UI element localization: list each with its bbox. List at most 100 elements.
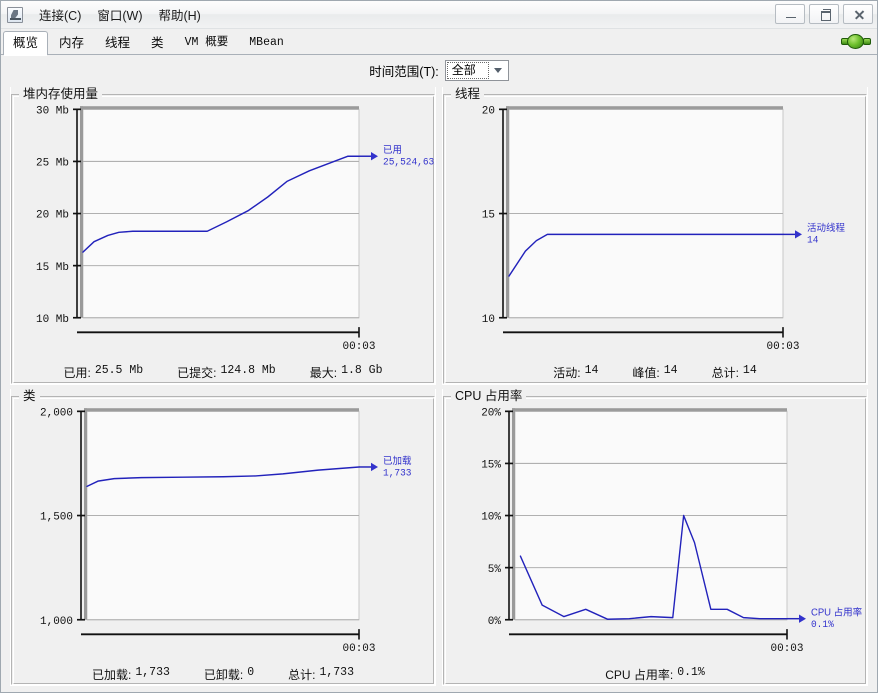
stat-threads-live: 活动: 14 (553, 364, 598, 381)
tab-overview[interactable]: 概览 (3, 31, 49, 56)
panel-title-threads: 线程 (451, 87, 485, 101)
stat-heap-max: 最大: 1.8 Gb (310, 364, 383, 381)
stats-threads: 活动: 14 峰值: 14 总计: 14 (443, 362, 867, 384)
stat-value: 1,733 (135, 665, 170, 679)
svg-text:10 Mb: 10 Mb (36, 314, 69, 326)
svg-text:20: 20 (482, 105, 495, 117)
svg-text:14: 14 (807, 235, 819, 246)
svg-text:15%: 15% (481, 459, 501, 471)
panel-body-classes: 2,000 1,500 1,000 00:03 已加载 1,733 已加载: 1,733 … (11, 403, 435, 686)
stat-value: 14 (584, 364, 599, 377)
svg-text:00:03: 00:03 (771, 642, 804, 654)
stat-value: 0.1% (677, 665, 705, 679)
time-range-label: 时间范围(T): (369, 64, 439, 79)
svg-text:00:03: 00:03 (343, 341, 376, 353)
stat-threads-total: 总计: 14 (712, 364, 757, 381)
svg-text:10%: 10% (481, 511, 501, 523)
stat-label: 最大: (309, 366, 338, 380)
panel-title-classes: 类 (19, 388, 40, 403)
panel-threads: 线程 20151000:03活动线程14 活动: 14 峰值: 14 (442, 87, 868, 385)
svg-text:15: 15 (482, 210, 495, 222)
tab-threads[interactable]: 线程 (95, 31, 140, 55)
charts-grid: 堆内存使用量 30 Mb 25 Mb 20 Mb 15 Mb 10 Mb 00:03 已用 2… (1, 85, 877, 692)
stat-label: 已用: (63, 366, 91, 380)
svg-text:2,000: 2,000 (40, 407, 73, 419)
chart-threads[interactable]: 20 15 10 00:03 活动线程 14 (443, 101, 867, 362)
stat-value: 14 (663, 364, 678, 377)
panel-classes: 类 2,000 1,500 1,000 00:03 已加载 1,733 已加载: 1,73… (10, 388, 436, 686)
stat-label: 峰值: (632, 366, 660, 380)
menu-window[interactable]: 窗口(W) (89, 2, 150, 27)
panel-heap-memory: 堆内存使用量 30 Mb 25 Mb 20 Mb 15 Mb 10 Mb 00:03 已用 2… (10, 87, 436, 385)
panel-body-heap-memory: 30 Mb 25 Mb 20 Mb 15 Mb 10 Mb 00:03 已用 25,524,6… (11, 101, 435, 384)
svg-text:00:03: 00:03 (343, 642, 376, 654)
close-button[interactable] (843, 4, 873, 24)
svg-text:10: 10 (482, 314, 495, 326)
svg-text:1,000: 1,000 (40, 615, 73, 627)
stat-heap-used: 已用: 25.5 Mb (64, 364, 144, 381)
stats-heap-memory: 已用: 25.5 Mb 已提交: 124.8 Mb 最大: 1.8 Gb (11, 362, 435, 384)
svg-text:30 Mb: 30 Mb (36, 105, 69, 117)
connection-status-icon[interactable] (841, 33, 871, 50)
svg-text:1,500: 1,500 (40, 511, 73, 523)
tab-mbean[interactable]: MBean (239, 31, 294, 55)
restore-icon (810, 5, 838, 23)
minimize-icon (776, 5, 804, 23)
svg-text:20 Mb: 20 Mb (36, 210, 69, 222)
svg-text:5%: 5% (488, 563, 501, 575)
svg-text:25,524,632: 25,524,632 (383, 156, 435, 167)
stat-classes-loaded: 已加载: 1,733 (92, 666, 170, 683)
chevron-down-icon (493, 67, 502, 73)
svg-text:已加载: 已加载 (383, 454, 412, 466)
panel-title-cpu-usage: CPU 占用率 (451, 388, 527, 403)
connector-right (863, 38, 871, 45)
stat-classes-total: 总计: 1,733 (288, 666, 354, 683)
chart-cpu-usage[interactable]: 20% 15% 10% 5% 0% 00:03 CPU 占用率 0.1% (443, 403, 867, 664)
stat-threads-peak: 峰值: 14 (632, 364, 677, 381)
stats-classes: 已加载: 1,733 已卸载: 0 总计: 1,733 (11, 663, 435, 685)
svg-text:0.1%: 0.1% (811, 618, 834, 629)
svg-text:1,733: 1,733 (383, 467, 412, 478)
stat-value: 1,733 (319, 665, 354, 679)
time-range-bar: 时间范围(T): 全部 (1, 55, 877, 85)
restore-button[interactable] (809, 4, 839, 24)
stat-classes-unloaded: 已卸载: 0 (204, 666, 254, 683)
stat-heap-committed: 已提交: 124.8 Mb (177, 364, 276, 381)
stat-label: 总计: (711, 366, 739, 380)
window-controls (775, 4, 873, 24)
stat-label: 已卸载: (203, 667, 244, 682)
svg-text:CPU 占用率: CPU 占用率 (811, 605, 862, 618)
jconsole-icon (7, 6, 23, 23)
connector-body (847, 34, 864, 49)
svg-text:15 Mb: 15 Mb (36, 262, 69, 274)
svg-text:20%: 20% (481, 407, 501, 419)
time-range-combobox[interactable]: 全部 (444, 59, 509, 81)
stat-label: CPU 占用率: (605, 667, 674, 682)
menu-bar: 连接(C) 窗口(W) 帮助(H) (31, 2, 209, 27)
tab-vm-summary[interactable]: VM 概要 (175, 31, 239, 55)
stat-label: 已提交: (177, 366, 217, 380)
title-bar: 连接(C) 窗口(W) 帮助(H) (1, 1, 877, 29)
svg-text:已用: 已用 (383, 145, 402, 156)
panel-body-threads: 20 15 10 00:03 活动线程 14 活动: 14 峰值: 14 总计:… (443, 101, 867, 384)
chart-heap-memory[interactable]: 30 Mb 25 Mb 20 Mb 15 Mb 10 Mb 00:03 已用 25,524,6… (11, 101, 435, 362)
stat-value: 124.8 Mb (220, 364, 276, 377)
jconsole-window: 连接(C) 窗口(W) 帮助(H) 概览 内存 线程 类 VM 概要 MBean… (0, 0, 878, 693)
svg-text:00:03: 00:03 (767, 341, 800, 353)
tab-bar: 概览 内存 线程 类 VM 概要 MBean (1, 29, 877, 56)
stats-cpu-usage: CPU 占用率: 0.1% (443, 663, 867, 685)
stat-label: 已加载: (92, 667, 132, 682)
tab-classes[interactable]: 类 (141, 31, 174, 55)
minimize-button[interactable] (775, 4, 805, 24)
tab-memory[interactable]: 内存 (49, 31, 94, 55)
panel-cpu-usage: CPU 占用率 20% 15% 10% 5% 0% 00:03 CPU 占用率 0.1% CP… (442, 388, 868, 686)
time-range-value: 全部 (446, 61, 489, 79)
menu-help[interactable]: 帮助(H) (150, 2, 208, 27)
stat-value: 25.5 Mb (94, 364, 144, 377)
svg-text:25 Mb: 25 Mb (36, 157, 69, 169)
stat-label: 活动: (553, 366, 581, 380)
menu-connection[interactable]: 连接(C) (31, 2, 89, 27)
svg-text:0%: 0% (488, 615, 501, 627)
stat-value: 1.8 Gb (341, 364, 383, 377)
chart-classes[interactable]: 2,000 1,500 1,000 00:03 已加载 1,733 (11, 403, 435, 664)
